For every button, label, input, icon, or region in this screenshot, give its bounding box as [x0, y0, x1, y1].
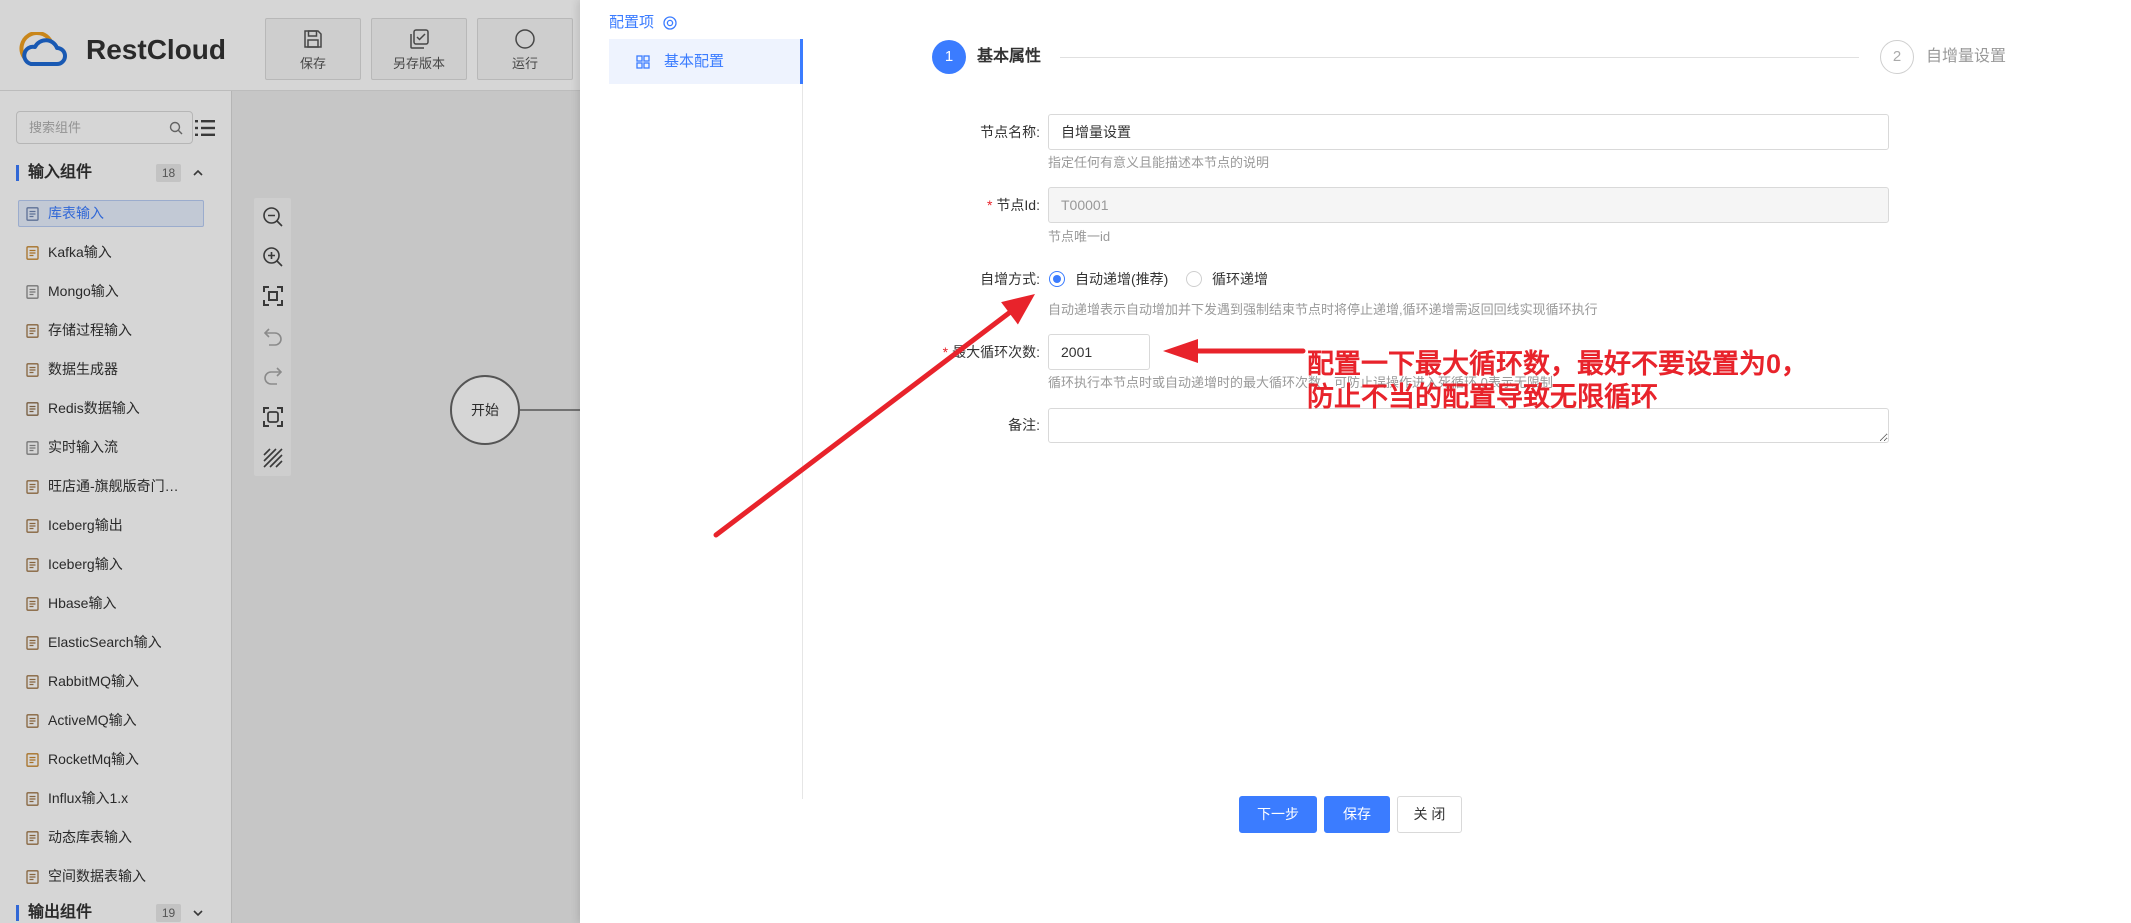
- increment-mode-help: 自动递增表示自动增加并下发遇到强制结束节点时将停止递增,循环递增需返回回线实现循…: [1048, 302, 1598, 317]
- node-name-help: 指定任何有意义且能描述本节点的说明: [1048, 155, 1270, 170]
- node-name-label: 节点名称:: [980, 124, 1040, 140]
- node-id-label-text: 节点Id:: [996, 197, 1040, 213]
- modal-mask[interactable]: [0, 0, 580, 923]
- annotation-text-line-1: 配置一下最大循环数，最好不要设置为0，: [1307, 349, 1809, 379]
- max-loops-input[interactable]: [1048, 334, 1150, 370]
- save-button[interactable]: 保存: [1324, 796, 1390, 833]
- required-mark: *: [986, 197, 993, 213]
- node-id-label: * 节点Id:: [880, 195, 1040, 215]
- nav-item-basic-config[interactable]: 基本配置: [609, 39, 803, 84]
- step-1-indicator[interactable]: 1: [932, 40, 966, 74]
- step-2-indicator[interactable]: 2: [1880, 40, 1914, 74]
- config-nav-title: 配置项: [609, 14, 655, 31]
- max-loops-label: * 最大循环次数:: [880, 342, 1040, 362]
- radio-auto-increment[interactable]: [1049, 271, 1065, 287]
- close-button[interactable]: 关 闭: [1397, 796, 1462, 833]
- step-1-label[interactable]: 基本属性: [977, 47, 1041, 67]
- annotation-text-line-2: 防止不当的配置导致无限循环: [1307, 382, 1658, 412]
- radio-loop-increment-label[interactable]: 循环递增: [1212, 269, 1268, 289]
- increment-mode-label: 自增方式:: [980, 271, 1040, 287]
- remark-textarea[interactable]: [1048, 408, 1889, 443]
- radio-auto-increment-label[interactable]: 自动递增(推荐): [1075, 269, 1168, 289]
- nav-item-label: 基本配置: [664, 53, 725, 70]
- next-step-button[interactable]: 下一步: [1239, 796, 1317, 833]
- required-mark: *: [942, 344, 949, 360]
- target-icon[interactable]: [663, 16, 677, 30]
- node-id-help: 节点唯一id: [1048, 229, 1111, 244]
- remark-label: 备注:: [1008, 417, 1040, 433]
- grid-icon: [636, 55, 650, 69]
- node-name-input[interactable]: [1048, 114, 1889, 150]
- nav-divider: [802, 84, 803, 799]
- config-drawer: 配置项 基本配置 1 基本属性 2 自增量设置 节点名称: 指定任何有意义且能描…: [580, 0, 2131, 923]
- max-loops-label-text: 最大循环次数:: [952, 344, 1040, 360]
- step-2-label[interactable]: 自增量设置: [1926, 47, 2006, 67]
- node-id-input: [1048, 187, 1889, 223]
- radio-loop-increment[interactable]: [1186, 271, 1202, 287]
- step-connector: [1060, 57, 1859, 58]
